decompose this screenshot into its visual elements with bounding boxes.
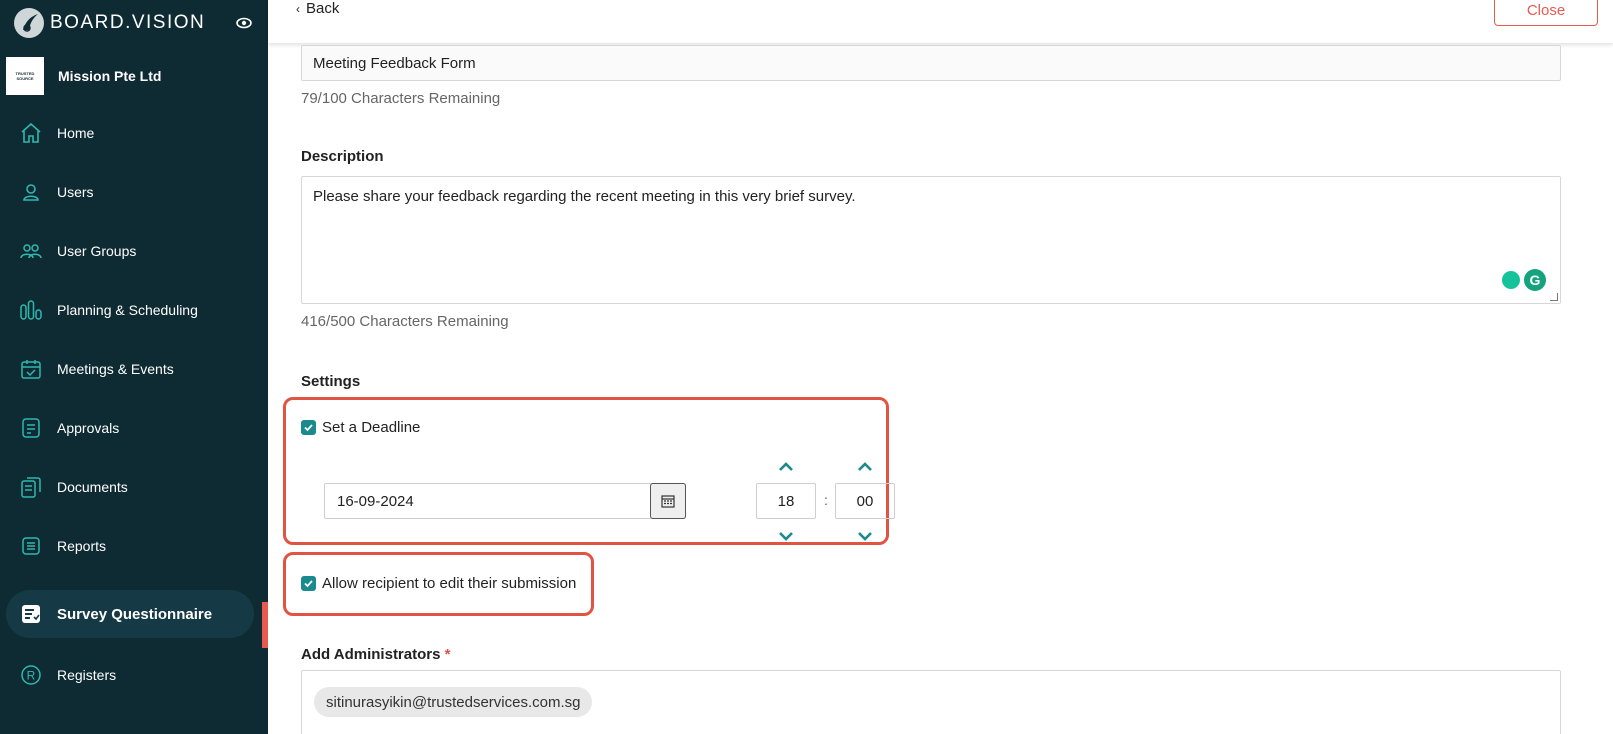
registers-icon: R [19,663,43,687]
sidebar-item-approvals[interactable]: Approvals [6,404,254,452]
brand-name: BOARD.VISION [50,12,206,33]
user-icon [19,180,43,204]
hour-input[interactable]: 18 [756,483,816,519]
minute-increment-chevron-up-icon[interactable] [855,459,875,473]
organization-switcher[interactable]: TRUSTED SOURCE Mission Pte Ltd [6,57,264,95]
close-button[interactable]: Close [1494,0,1598,26]
sidebar-item-label: Documents [57,479,128,495]
time-separator: : [824,492,828,508]
minute-decrement-chevron-down-icon[interactable] [855,529,875,543]
sidebar-item-documents[interactable]: Documents [6,463,254,511]
back-label: Back [306,0,340,17]
checkbox-checked-icon[interactable] [301,420,316,435]
svg-text:R: R [27,669,36,683]
sidebar-item-label: Meetings & Events [57,361,174,377]
sidebar-item-registers[interactable]: R Registers [6,651,254,699]
add-administrators-label: Add Administrators * [301,646,450,663]
sidebar-item-planning[interactable]: Planning & Scheduling [6,286,254,334]
sidebar-item-survey-questionnaire[interactable]: Survey Questionnaire [6,590,254,638]
sidebar-item-label: Registers [57,667,117,683]
deadline-date-value: 16-09-2024 [337,492,414,510]
settings-label: Settings [301,373,361,390]
calendar-icon[interactable] [650,483,686,519]
title-char-counter: 79/100 Characters Remaining [301,90,501,107]
hour-decrement-chevron-down-icon[interactable] [776,529,796,543]
form-title-input[interactable]: Meeting Feedback Form [301,45,1561,81]
description-text: Please share your feedback regarding the… [313,188,856,205]
eye-icon[interactable] [236,16,252,29]
sidebar-item-label: Home [57,125,95,141]
approvals-icon [19,416,43,440]
sidebar-item-user-groups[interactable]: User Groups [6,227,254,275]
back-button[interactable]: ‹ Back [296,0,339,17]
minute-input[interactable]: 00 [835,483,895,519]
sidebar-item-label: User Groups [57,243,137,259]
user-group-icon [19,239,43,263]
brand[interactable]: BOARD.VISION [14,6,205,40]
org-name: Mission Pte Ltd [58,68,162,84]
sidebar-item-label: Survey Questionnaire [57,605,213,623]
org-logo-text-line2: SOURCE [16,76,34,81]
deadline-date-input[interactable]: 16-09-2024 [324,483,686,519]
survey-icon [19,602,43,626]
sidebar-item-home[interactable]: Home [6,109,254,157]
reports-icon [19,534,43,558]
description-label: Description [301,148,384,165]
allow-edit-checkbox[interactable]: Allow recipient to edit their submission [301,575,576,592]
set-deadline-checkbox[interactable]: Set a Deadline [301,419,420,436]
add-administrators-text: Add Administrators [301,646,441,663]
sidebar: BOARD.VISION TRUSTED SOURCE Mission Pte … [0,0,268,734]
documents-icon [19,475,43,499]
sidebar-item-label: Planning & Scheduling [57,302,198,318]
required-asterisk: * [444,646,451,663]
home-icon [19,121,43,145]
chevron-left-icon: ‹ [296,1,300,16]
calendar-check-icon [19,357,43,381]
main-content: ‹ Back Close Meeting Feedback Form 79/10… [268,0,1613,734]
sidebar-item-label: Reports [57,538,107,554]
description-textarea[interactable]: Please share your feedback regarding the… [301,176,1561,304]
sidebar-item-label: Approvals [57,420,120,436]
resize-handle-icon[interactable] [1550,293,1558,301]
sidebar-item-users[interactable]: Users [6,168,254,216]
set-deadline-label: Set a Deadline [322,419,421,436]
sidebar-item-label: Users [57,184,94,200]
grammarly-widget[interactable]: G [1502,269,1546,291]
description-char-counter: 416/500 Characters Remaining [301,313,509,330]
brand-logo-icon [14,8,44,38]
sidebar-item-reports[interactable]: Reports [6,522,254,570]
administrator-chip[interactable]: sitinurasyikin@trustedservices.com.sg [314,687,593,717]
top-bar: ‹ Back Close [268,0,1613,43]
administrators-input[interactable]: sitinurasyikin@trustedservices.com.sg [301,670,1561,734]
grammarly-bulb-icon[interactable] [1502,271,1520,289]
grammarly-logo-icon[interactable]: G [1524,269,1546,291]
allow-edit-label: Allow recipient to edit their submission [322,575,577,592]
org-logo: TRUSTED SOURCE [6,57,44,95]
planning-icon [19,298,43,322]
hour-increment-chevron-up-icon[interactable] [776,459,796,473]
sidebar-item-meetings[interactable]: Meetings & Events [6,345,254,393]
checkbox-checked-icon[interactable] [301,576,316,591]
